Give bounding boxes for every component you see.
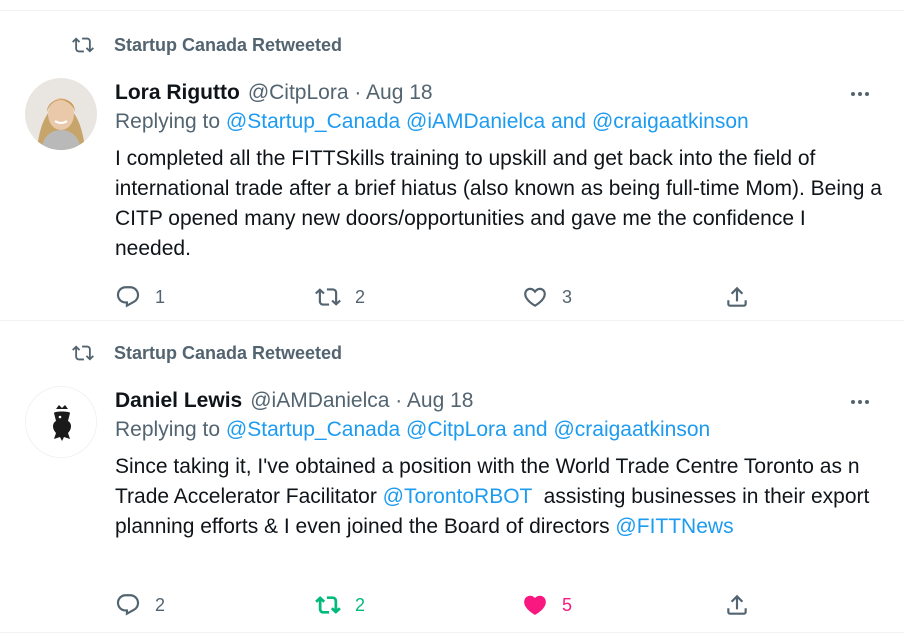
tweet-card[interactable]: Startup Canada Retweeted Lora Rigutto @C… <box>0 10 904 320</box>
tweet-text: Since taking it, I've obtained a positio… <box>115 452 885 542</box>
mention-link[interactable]: @FITTNews <box>615 515 733 538</box>
more-icon <box>851 92 869 96</box>
reply-icon <box>116 594 140 616</box>
mention-link[interactable]: @Startup_Canada <box>226 418 400 441</box>
tweet-text: I completed all the FITTSkills training … <box>115 147 882 260</box>
tweet-actions: 2 2 5 <box>115 588 755 622</box>
retweet-button[interactable]: 2 <box>315 280 365 314</box>
tweet-header: Lora Rigutto @CitpLora · Aug 18 <box>115 78 433 108</box>
heart-filled-icon <box>524 595 546 615</box>
share-button[interactable] <box>724 588 750 622</box>
more-options-button[interactable] <box>846 80 874 108</box>
tweet-header: Daniel Lewis @iAMDanielca · Aug 18 <box>115 386 473 416</box>
mention-link[interactable]: @craigaatkinson <box>592 110 749 133</box>
retweet-context: Startup Canada Retweeted <box>72 341 342 365</box>
share-button[interactable] <box>724 280 750 314</box>
mention-link[interactable]: @CitpLora <box>406 418 507 441</box>
retweet-icon <box>72 345 94 361</box>
reply-count: 2 <box>155 594 166 615</box>
tweet-actions: 1 2 3 <box>115 280 755 314</box>
retweet-icon <box>315 596 341 614</box>
replying-to-label: Replying to <box>115 418 221 441</box>
retweet-context: Startup Canada Retweeted <box>72 33 342 57</box>
retweet-button[interactable]: 2 <box>315 588 365 622</box>
retweet-context-label: Startup Canada Retweeted <box>114 342 343 363</box>
like-button[interactable]: 3 <box>522 280 572 314</box>
replying-to: Replying to @Startup_Canada @CitpLora an… <box>115 418 710 442</box>
mention-link[interactable]: @TorontoRBOT <box>383 485 532 508</box>
share-icon <box>727 286 747 307</box>
author-name[interactable]: Daniel Lewis <box>115 389 242 413</box>
avatar-photo <box>25 78 97 150</box>
avatar-crest <box>26 387 96 457</box>
author-handle-date[interactable]: @iAMDanielca · Aug 18 <box>250 389 473 413</box>
retweet-context-label: Startup Canada Retweeted <box>114 34 343 55</box>
author-name[interactable]: Lora Rigutto <box>115 81 240 105</box>
retweet-count: 2 <box>355 286 366 307</box>
retweet-icon <box>72 37 94 53</box>
like-count: 3 <box>562 286 573 307</box>
mention-link[interactable]: @craigaatkinson <box>553 418 710 441</box>
retweet-icon <box>315 288 341 306</box>
like-count: 5 <box>562 594 573 615</box>
reply-icon <box>116 286 140 308</box>
author-handle-date[interactable]: @CitpLora · Aug 18 <box>248 81 433 105</box>
tweet-card[interactable]: Startup Canada Retweeted Daniel Lewis @i… <box>0 318 904 628</box>
avatar[interactable] <box>25 386 97 458</box>
avatar[interactable] <box>25 78 97 150</box>
more-options-button[interactable] <box>846 388 874 416</box>
reply-button[interactable]: 2 <box>115 588 165 622</box>
retweet-count: 2 <box>355 594 366 615</box>
mention-link[interactable]: @Startup_Canada <box>226 110 400 133</box>
share-icon <box>727 594 747 615</box>
heart-icon <box>524 287 546 307</box>
mention-and[interactable]: and <box>551 110 586 133</box>
replying-to: Replying to @Startup_Canada @iAMDanielca… <box>115 110 749 134</box>
like-button[interactable]: 5 <box>522 588 572 622</box>
mention-and[interactable]: and <box>513 418 548 441</box>
reply-button[interactable]: 1 <box>115 280 165 314</box>
reply-count: 1 <box>155 286 166 307</box>
more-icon <box>851 400 869 404</box>
replying-to-label: Replying to <box>115 110 221 133</box>
mention-link[interactable]: @iAMDanielca <box>406 110 545 133</box>
bottom-divider <box>0 632 904 633</box>
